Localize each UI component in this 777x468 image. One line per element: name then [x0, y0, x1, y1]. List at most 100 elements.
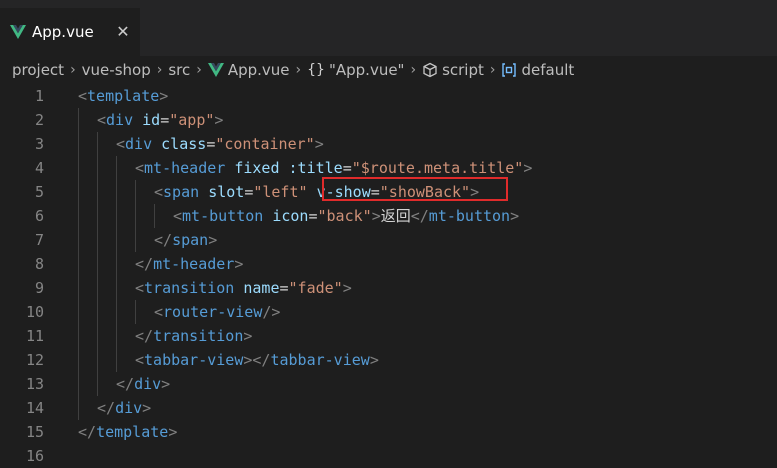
- indent-guide: [135, 300, 136, 324]
- close-icon[interactable]: ✕: [114, 21, 132, 43]
- code-punctuation: <: [135, 159, 145, 177]
- line-number: 2: [34, 111, 44, 129]
- code-tag-name: mt-button: [428, 207, 511, 225]
- code-punctuation: <: [154, 183, 164, 201]
- chevron-right-icon: ›: [295, 62, 302, 78]
- breadcrumb-item-module[interactable]: {} "App.vue": [307, 61, 404, 79]
- code-line[interactable]: 8 </mt-header>: [0, 252, 777, 276]
- code-punctuation: >: [342, 279, 352, 297]
- code-punctuation: <: [78, 87, 88, 105]
- breadcrumb-label: App.vue: [227, 61, 290, 79]
- code-attribute: :title: [288, 159, 343, 177]
- line-number: 3: [34, 135, 44, 153]
- chevron-right-icon: ›: [196, 62, 202, 78]
- indent-guide: [78, 324, 79, 348]
- code-punctuation: </: [154, 231, 173, 249]
- code-editor[interactable]: 1 <template> 2 <div id="app"> 3 <div class="c…: [0, 84, 777, 465]
- indent-guide: [116, 180, 117, 204]
- code-attribute: slot: [208, 183, 245, 201]
- code-content: <transition name="fade">: [135, 276, 352, 300]
- breadcrumb-label: project: [12, 61, 65, 79]
- line-number: 12: [25, 351, 44, 369]
- code-tag-name: template: [96, 423, 169, 441]
- breadcrumb-item-src[interactable]: src: [168, 61, 190, 79]
- breadcrumb-item-default[interactable]: default: [501, 61, 574, 79]
- code-line[interactable]: 3 <div class="container">: [0, 132, 777, 156]
- breadcrumb-item-app-vue[interactable]: App.vue: [207, 61, 290, 79]
- code-tag-name: tabbar-view: [270, 351, 370, 369]
- code-line[interactable]: 9 <transition name="fade">: [0, 276, 777, 300]
- code-content: </div>: [97, 396, 151, 420]
- cube-icon: [423, 62, 437, 78]
- code-line[interactable]: 11 </transition>: [0, 324, 777, 348]
- code-equals: =: [160, 111, 170, 129]
- indent-guide: [116, 228, 117, 252]
- code-punctuation: <: [97, 111, 107, 129]
- chevron-right-icon: ›: [156, 62, 163, 78]
- indent-guide: [97, 228, 98, 252]
- code-line[interactable]: 10 <router-view/>: [0, 300, 777, 324]
- code-line[interactable]: 12 <tabbar-view></tabbar-view>: [0, 348, 777, 372]
- code-punctuation: </: [135, 327, 154, 345]
- code-punctuation: </: [97, 399, 116, 417]
- code-punctuation: />: [262, 303, 281, 321]
- breadcrumb-item-project[interactable]: project: [12, 61, 64, 79]
- chevron-right-icon: ›: [489, 62, 496, 78]
- indent-guide: [78, 348, 79, 372]
- line-number: 7: [34, 231, 44, 249]
- breadcrumb-label: "App.vue": [328, 61, 405, 79]
- indent-guide: [97, 156, 98, 180]
- line-number: 4: [34, 159, 44, 177]
- code-string: "left": [253, 183, 308, 201]
- code-string: "app": [169, 111, 215, 129]
- code-line[interactable]: 13 </div>: [0, 372, 777, 396]
- breadcrumb-item-script[interactable]: script: [422, 61, 484, 79]
- code-content: <div id="app">: [97, 108, 223, 132]
- indent-guide: [78, 228, 79, 252]
- chevron-right-icon: ›: [410, 62, 417, 78]
- code-attribute: class: [161, 135, 207, 153]
- code-line[interactable]: 14 </div>: [0, 396, 777, 420]
- highlight-box: [322, 177, 508, 201]
- code-attribute: fixed: [234, 159, 280, 177]
- indent-guide: [97, 276, 98, 300]
- indent-guide: [116, 156, 117, 180]
- code-line[interactable]: 7 </span>: [0, 228, 777, 252]
- indent-guide: [78, 396, 79, 420]
- indent-guide: [97, 348, 98, 372]
- indent-guide: [78, 108, 79, 132]
- indent-guide: [135, 204, 136, 228]
- indent-guide: [97, 372, 98, 396]
- editor-tab-bar: App.vue ✕: [0, 8, 777, 56]
- code-punctuation: >: [159, 87, 169, 105]
- code-line[interactable]: 16: [0, 444, 777, 468]
- code-line[interactable]: 15 </template>: [0, 420, 777, 444]
- code-attribute: name: [243, 279, 280, 297]
- code-equals: =: [206, 135, 216, 153]
- code-punctuation: <: [135, 351, 145, 369]
- code-line[interactable]: 6 <mt-button icon="back">返回</mt-button>: [0, 204, 777, 228]
- code-content: <mt-button icon="back">返回</mt-button>: [173, 204, 519, 228]
- code-content: </span>: [154, 228, 217, 252]
- indent-guide: [97, 252, 98, 276]
- indent-guide: [116, 348, 117, 372]
- code-line[interactable]: 1 <template>: [0, 84, 777, 108]
- code-tag-name: div: [106, 111, 134, 129]
- title-bar-strip: [0, 0, 777, 8]
- indent-guide: [97, 204, 98, 228]
- code-punctuation: >: [161, 375, 171, 393]
- code-tag-name: transition: [153, 327, 244, 345]
- breadcrumb-item-vue-shop[interactable]: vue-shop: [82, 61, 151, 79]
- code-line[interactable]: 2 <div id="app">: [0, 108, 777, 132]
- code-content: </div>: [116, 372, 170, 396]
- code-tag-name: transition: [144, 279, 235, 297]
- indent-guide: [116, 300, 117, 324]
- code-punctuation: >: [523, 159, 533, 177]
- code-content: <div class="container">: [116, 132, 324, 156]
- code-punctuation: </: [410, 207, 429, 225]
- indent-guide: [78, 252, 79, 276]
- indent-guide: [97, 180, 98, 204]
- code-punctuation: </: [78, 423, 97, 441]
